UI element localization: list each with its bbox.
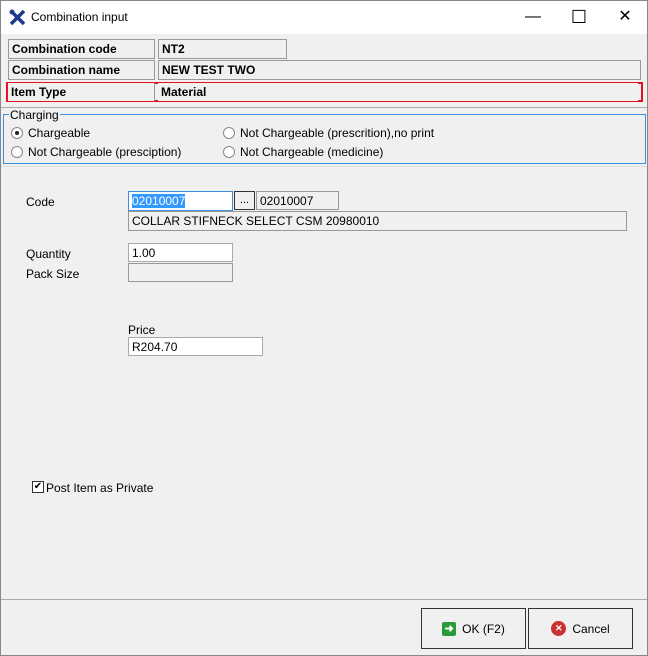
radio-label: Not Chargeable (presciption) bbox=[28, 145, 182, 159]
description-field: COLLAR STIFNECK SELECT CSM 20980010 bbox=[128, 211, 627, 231]
post-private-checkbox[interactable]: ✔ bbox=[32, 481, 44, 493]
combination-name-label: Combination name bbox=[8, 60, 155, 80]
radio-not-chargeable-prescription[interactable]: Not Chargeable (presciption) bbox=[11, 145, 181, 159]
item-type-field: Material bbox=[158, 83, 638, 101]
radio-label: Not Chargeable (prescrition),no print bbox=[240, 126, 435, 140]
radio-circle[interactable] bbox=[223, 127, 235, 139]
quantity-label: Quantity bbox=[26, 247, 71, 261]
pack-size-field bbox=[128, 263, 233, 282]
code-display-field: 02010007 bbox=[256, 191, 339, 210]
ok-label: OK (F2) bbox=[462, 621, 505, 636]
app-tools-icon bbox=[9, 9, 26, 26]
radio-label: Not Chargeable (medicine) bbox=[240, 145, 384, 159]
quantity-input[interactable]: 1.00 bbox=[128, 243, 233, 262]
code-input[interactable]: 02010007 bbox=[128, 191, 233, 211]
footer-divider bbox=[1, 599, 647, 600]
radio-circle[interactable] bbox=[223, 146, 235, 158]
item-type-label: Item Type bbox=[8, 83, 155, 101]
radio-label: Chargeable bbox=[28, 126, 91, 140]
title-bar: Combination input — ☐ ✕ bbox=[1, 1, 647, 34]
cancel-button[interactable]: ✕ Cancel bbox=[528, 608, 633, 649]
minimize-button[interactable]: — bbox=[513, 5, 553, 29]
radio-not-chargeable-prescription-no-print[interactable]: Not Chargeable (prescrition),no print bbox=[223, 126, 434, 140]
combination-code-field: NT2 bbox=[158, 39, 287, 59]
arrow-right-icon: ➜ bbox=[442, 621, 457, 636]
charging-legend: Charging bbox=[9, 108, 60, 122]
combination-code-label: Combination code bbox=[8, 39, 155, 59]
cancel-x-icon: ✕ bbox=[551, 621, 567, 636]
radio-circle[interactable] bbox=[11, 127, 23, 139]
code-label: Code bbox=[26, 195, 55, 209]
code-input-value: 02010007 bbox=[132, 194, 186, 208]
browse-code-button[interactable]: ... bbox=[234, 191, 255, 210]
post-private-label[interactable]: Post Item as Private bbox=[46, 481, 153, 495]
price-label: Price bbox=[128, 323, 156, 337]
combination-input-window: Combination input — ☐ ✕ Combination code… bbox=[0, 0, 648, 656]
radio-chargeable[interactable]: Chargeable bbox=[11, 126, 90, 140]
maximize-button[interactable]: ☐ bbox=[559, 5, 599, 29]
ok-button[interactable]: ➜ OK (F2) bbox=[421, 608, 526, 649]
price-input[interactable]: R204.70 bbox=[128, 337, 263, 356]
divider bbox=[1, 107, 647, 108]
close-button[interactable]: ✕ bbox=[605, 5, 645, 29]
radio-circle[interactable] bbox=[11, 146, 23, 158]
divider bbox=[1, 166, 647, 167]
cancel-label: Cancel bbox=[572, 621, 610, 636]
window-title: Combination input bbox=[31, 10, 128, 24]
combination-name-field: NEW TEST TWO bbox=[158, 60, 641, 80]
radio-not-chargeable-medicine[interactable]: Not Chargeable (medicine) bbox=[223, 145, 383, 159]
pack-size-label: Pack Size bbox=[26, 267, 80, 281]
